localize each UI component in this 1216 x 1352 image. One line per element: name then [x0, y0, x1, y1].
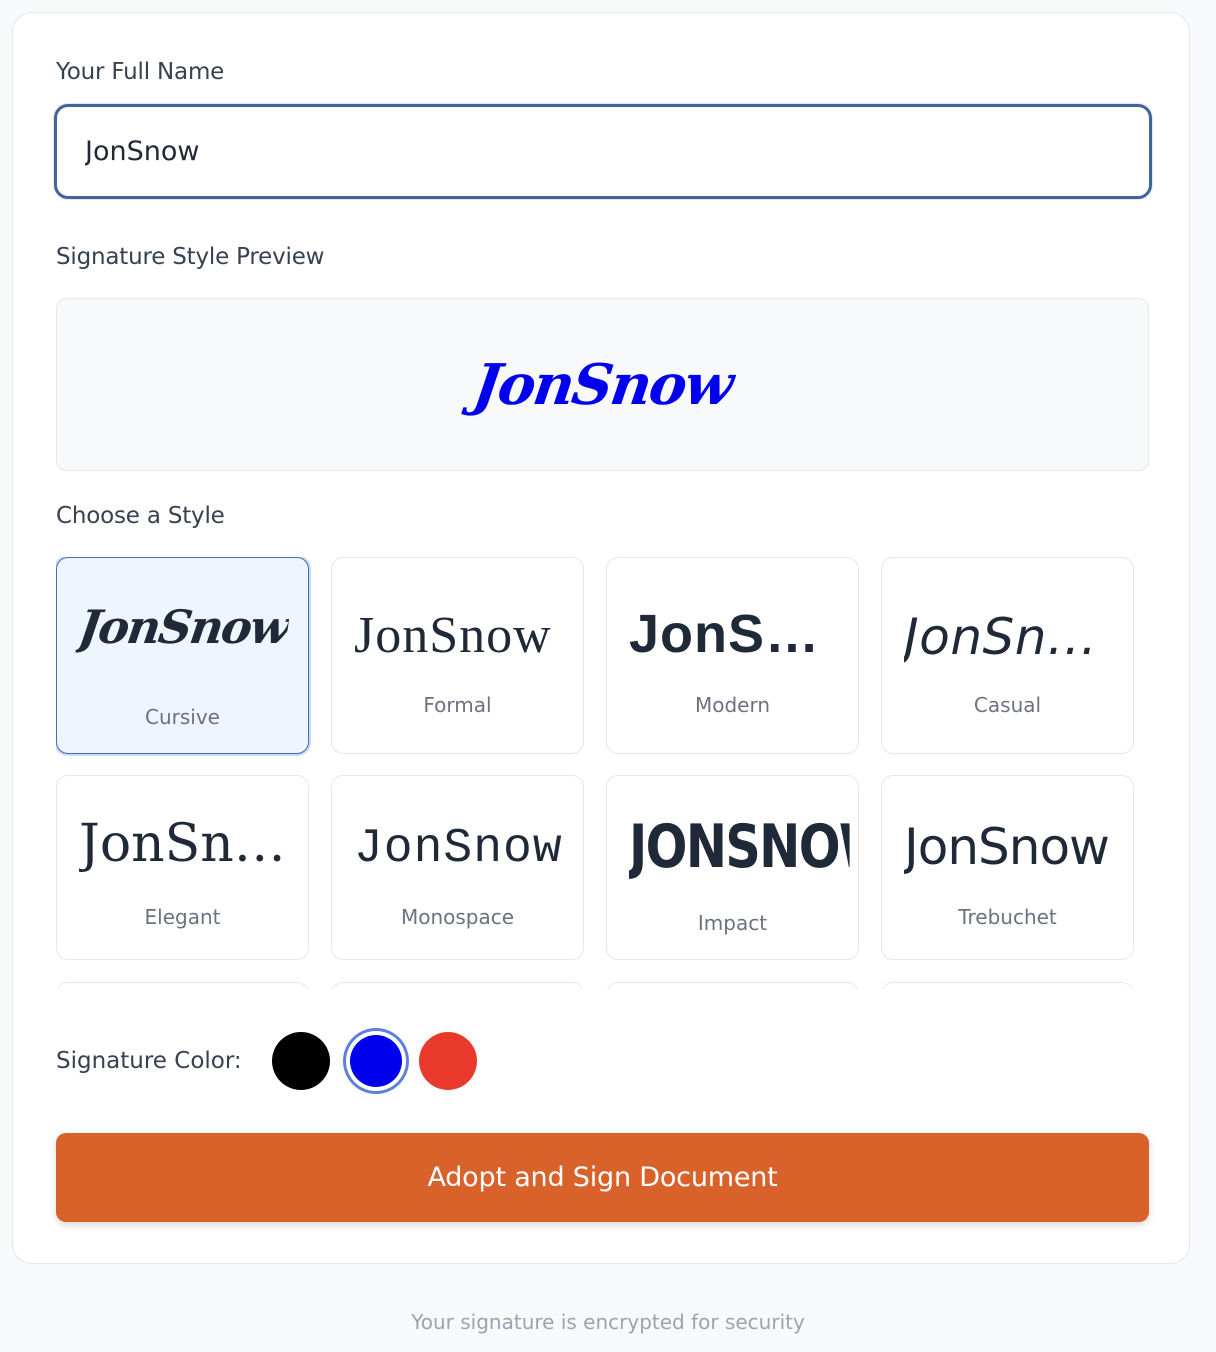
color-swatch-black[interactable]: [271, 1032, 330, 1090]
style-option-row3-2[interactable]: [331, 982, 584, 989]
choose-style-label: Choose a Style: [56, 503, 225, 529]
signature-card: Your Full Name Signature Style Preview J…: [12, 12, 1190, 1264]
preview-label: Signature Style Preview: [56, 244, 325, 270]
style-name-impact: Impact: [697, 911, 768, 935]
signature-color-label: Signature Color:: [56, 1048, 242, 1074]
color-swatch-blue[interactable]: [349, 1035, 402, 1087]
name-label: Your Full Name: [56, 59, 225, 85]
style-name-formal: Formal: [423, 693, 492, 717]
style-option-row3-3[interactable]: [606, 982, 859, 989]
style-sample-trebuchet: JonSnow: [904, 818, 1110, 876]
style-option-elegant[interactable]: JonSnow Elegant: [56, 775, 309, 960]
style-name-casual: Casual: [973, 693, 1042, 717]
color-swatch-red[interactable]: [418, 1032, 477, 1090]
style-option-monospace[interactable]: JonSnow Monospace: [331, 775, 584, 960]
style-sample-cursive: JonSnow: [75, 600, 292, 654]
style-option-formal[interactable]: JonSnow Formal: [331, 557, 584, 754]
signature-preview: JonSnow: [56, 298, 1149, 471]
style-sample-impact-text: JONSNOW: [629, 812, 850, 882]
signature-preview-text: JonSnow: [469, 351, 736, 418]
style-sample-elegant: JonSnow: [79, 814, 288, 874]
style-sample-monospace: JonSnow: [354, 822, 563, 876]
style-option-modern[interactable]: JonSnow Modern: [606, 557, 859, 754]
style-name-elegant: Elegant: [144, 905, 221, 929]
style-name-monospace: Monospace: [400, 905, 515, 929]
full-name-input[interactable]: [54, 104, 1152, 199]
security-note: Your signature is encrypted for security: [411, 1310, 805, 1334]
style-option-row3-1[interactable]: [56, 982, 309, 989]
style-sample-modern: JonSnow: [629, 604, 838, 664]
style-option-impact[interactable]: JONSNOW Impact: [606, 775, 859, 960]
adopt-and-sign-button[interactable]: Adopt and Sign Document: [56, 1133, 1149, 1222]
style-name-trebuchet: Trebuchet: [958, 905, 1057, 929]
style-option-cursive[interactable]: JonSnow Cursive: [56, 557, 309, 754]
style-grid: JonSnow Cursive JonSnow Formal JonSnow M…: [56, 557, 1149, 989]
style-option-row3-4[interactable]: [881, 982, 1134, 989]
style-sample-casual: JonSnow: [904, 608, 1113, 666]
style-option-casual[interactable]: JonSnow Casual: [881, 557, 1134, 754]
style-name-modern: Modern: [694, 693, 771, 717]
style-option-trebuchet[interactable]: JonSnow Trebuchet: [881, 775, 1134, 960]
style-sample-impact: JONSNOW: [629, 812, 850, 882]
style-name-cursive: Cursive: [145, 705, 220, 729]
style-sample-formal: JonSnow: [354, 607, 552, 664]
signature-color-row: Signature Color:: [56, 1025, 491, 1097]
